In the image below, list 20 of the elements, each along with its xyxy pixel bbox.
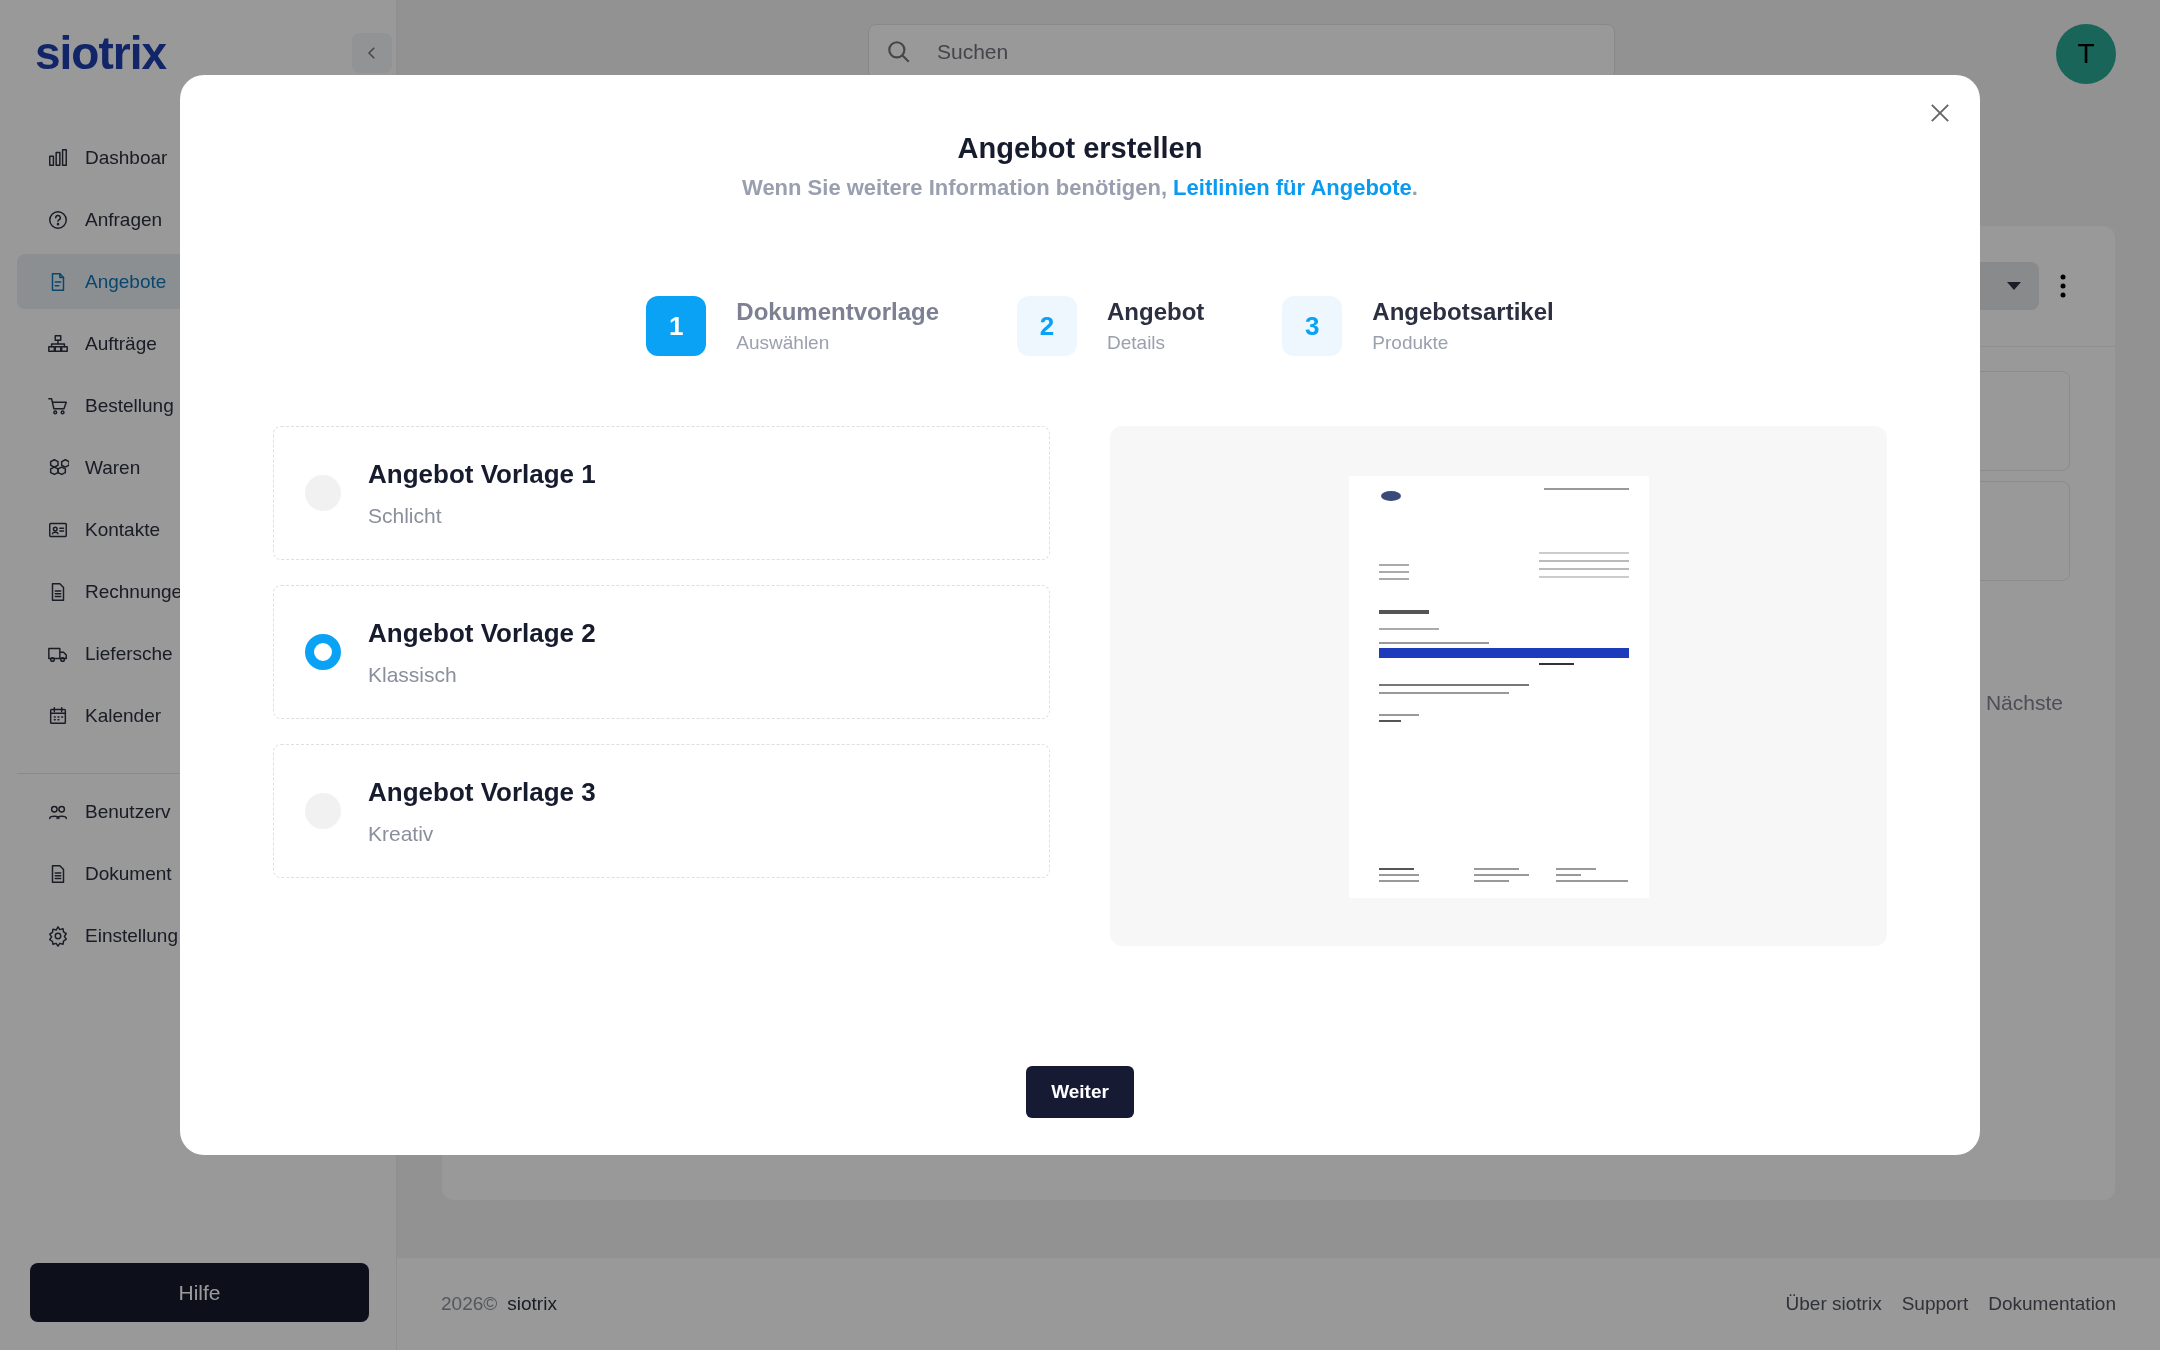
template-subtitle: Schlicht (368, 503, 443, 528)
dialog-subtitle: Wenn Sie weitere Information benötigen, Leitlinien für Angebote. (742, 174, 1418, 202)
step-subtitle: Auswählen (736, 332, 831, 354)
step-title: Dokumentvorlage (736, 298, 939, 326)
step-subtitle: Details (1107, 332, 1167, 354)
step-number: 1 (646, 296, 707, 356)
step-subtitle: Produkte (1372, 332, 1450, 354)
copyright-year: 2026© (441, 1293, 498, 1315)
template-subtitle: Kreativ (368, 821, 435, 846)
step-title: Angebotsartikel (1372, 298, 1554, 326)
template-title: Angebot Vorlage 1 (368, 458, 596, 490)
template-title: Angebot Vorlage 3 (368, 776, 596, 808)
template-subtitle: Klassisch (368, 662, 458, 687)
step-number: 3 (1282, 296, 1343, 356)
dialog-title: Angebot erstellen (957, 131, 1203, 166)
step-title: Angebot (1107, 298, 1205, 326)
step-number: 2 (1017, 296, 1077, 356)
template-title: Angebot Vorlage 2 (368, 617, 596, 649)
logo: siotrix (35, 26, 167, 80)
footer-brand: siotrix (507, 1293, 557, 1315)
